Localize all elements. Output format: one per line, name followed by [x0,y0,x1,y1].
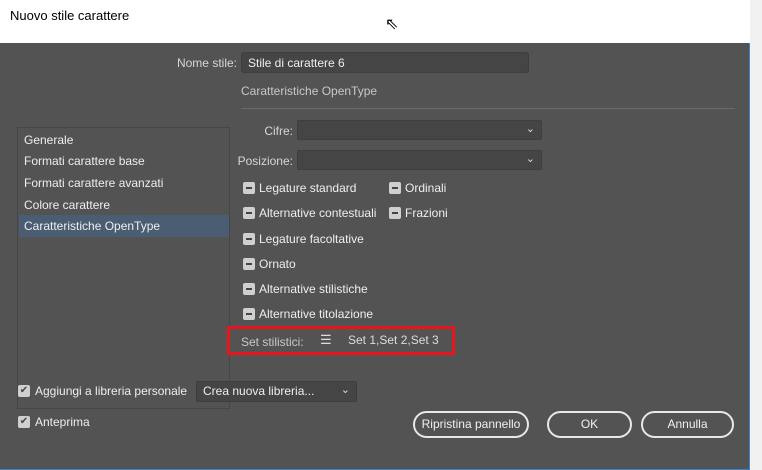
cifre-select[interactable]: ⌄ [297,120,542,140]
add-library-label: Aggiungi a libreria personale [35,384,188,398]
legature-facoltative-label: Legature facoltative [259,232,364,246]
ordinali-label: Ordinali [405,181,447,195]
checkbox-legature-facoltative[interactable] [243,233,255,245]
title-bar: Nuovo stile carattere [0,0,750,43]
ok-button[interactable]: OK [547,411,632,438]
sidebar-item-generale[interactable]: Generale [19,129,229,151]
chevron-down-icon: ⌄ [525,123,535,135]
alternative-titolazione-label: Alternative titolazione [259,307,374,321]
add-library-checkbox[interactable]: ✔ [18,385,30,397]
checkbox-frazioni[interactable] [389,207,401,219]
preview-label: Anteprima [35,415,90,429]
sidebar-item-colore[interactable]: Colore carattere [19,194,229,216]
library-select-value: Crea nuova libreria... [203,384,315,398]
preview-checkbox[interactable]: ✔ [18,416,30,428]
category-list: Generale Formati carattere base Formati … [17,127,230,409]
checkbox-ordinali[interactable] [389,182,401,194]
library-select[interactable]: Crea nuova libreria... ⌄ [196,381,357,402]
checkbox-alternative-contestuali[interactable] [243,207,255,219]
style-name-input[interactable]: Stile di carattere 6 [241,52,529,73]
alternative-stilistiche-label: Alternative stilistiche [259,282,368,296]
checkbox-legature-standard[interactable] [243,182,255,194]
frazioni-label: Frazioni [405,206,448,220]
checkbox-ornato[interactable] [243,258,255,270]
stylistic-sets-value[interactable]: Set 1,Set 2,Set 3 [348,333,439,347]
style-name-label: Nome stile: [176,56,237,70]
ornato-label: Ornato [259,257,296,271]
posizione-select[interactable]: ⌄ [297,150,542,170]
dialog-body: Nome stile: Stile di carattere 6 General… [0,43,750,470]
chevron-down-icon: ⌄ [340,384,350,396]
sidebar-item-formati-avanzati[interactable]: Formati carattere avanzati [19,172,229,194]
sidebar-item-opentype[interactable]: Caratteristiche OpenType [19,215,229,237]
section-title: Caratteristiche OpenType [241,84,378,98]
window-title: Nuovo stile carattere [10,8,130,23]
legature-standard-label: Legature standard [259,181,357,195]
stylistic-sets-label: Set stilistici: [241,335,304,349]
alternative-contestuali-label: Alternative contestuali [259,206,377,220]
posizione-label: Posizione: [237,154,293,168]
reset-panel-button[interactable]: Ripristina pannello [413,411,529,438]
sidebar-item-formati-base[interactable]: Formati carattere base [19,150,229,172]
checkbox-alternative-stilistiche[interactable] [243,283,255,295]
cifre-label: Cifre: [264,124,293,138]
checkbox-alternative-titolazione[interactable] [243,308,255,320]
divider [241,108,735,109]
chevron-down-icon: ⌄ [525,153,535,165]
list-icon[interactable]: ☰ [320,332,332,348]
cancel-button[interactable]: Annulla [641,411,734,438]
mouse-cursor-icon: ⇖ [385,16,399,33]
